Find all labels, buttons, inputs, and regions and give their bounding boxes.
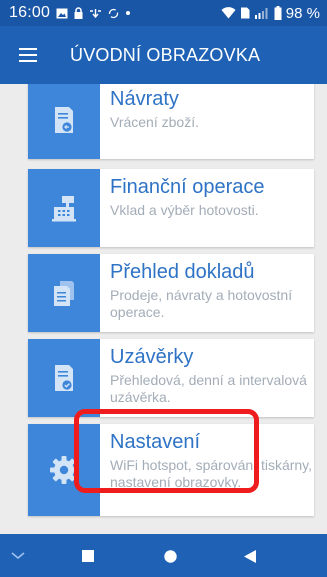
- menu-list: Návraty Vrácení zboží. Finanční operace …: [0, 84, 327, 534]
- status-time: 16:00: [9, 4, 51, 21]
- menu-item-text: Nastavení WiFi hotspot, spárování tiskár…: [100, 424, 314, 516]
- status-bar-left: 16:00: [9, 4, 131, 22]
- menu-item-text: Uzávěrky Přehledová, denní a intervalová…: [100, 339, 314, 417]
- app-bar: ÚVODNÍ OBRAZOVKA: [0, 26, 327, 84]
- menu-item-subtitle: Vrácení zboží.: [110, 114, 199, 130]
- back-icon: [244, 549, 256, 563]
- documents-icon: [28, 254, 100, 332]
- sim-icon: [240, 7, 250, 19]
- status-bar-right: 98 %: [221, 5, 320, 22]
- cash-register-icon: [28, 169, 100, 247]
- wifi-icon: [221, 7, 236, 19]
- menu-item-title: Přehled dokladů: [110, 261, 255, 283]
- down-chevron-icon: [11, 552, 25, 560]
- menu-item-title: Finanční operace: [110, 176, 265, 198]
- status-bar: 16:00 98 %: [0, 0, 327, 26]
- sync-icon: [108, 8, 119, 19]
- menu-item-text: Návraty Vrácení zboží.: [100, 84, 199, 159]
- menu-item-title: Nastavení: [110, 431, 201, 453]
- menu-item-uzaverky[interactable]: Uzávěrky Přehledová, denní a intervalová…: [28, 339, 314, 417]
- menu-item-prehled-dokladu[interactable]: Přehled dokladů Prodeje, návraty a hotov…: [28, 254, 314, 332]
- menu-item-nastaveni[interactable]: Nastavení WiFi hotspot, spárování tiskár…: [28, 424, 314, 516]
- recents-icon: [82, 550, 94, 562]
- menu-item-title: Návraty: [110, 88, 179, 110]
- menu-item-subtitle: WiFi hotspot, spárování tiskárny, nastav…: [110, 457, 313, 490]
- menu-item-text: Finanční operace Vklad a výběr hotovosti…: [100, 169, 265, 247]
- back-button[interactable]: [236, 542, 264, 570]
- menu-item-subtitle: Prodeje, návraty a hotovostní operace.: [110, 287, 293, 320]
- home-button[interactable]: [156, 542, 184, 570]
- signal-icon: [254, 7, 270, 19]
- menu-item-financni-operace[interactable]: Finanční operace Vklad a výběr hotovosti…: [28, 169, 314, 247]
- image-icon: [56, 8, 68, 19]
- cast-icon: [89, 8, 102, 18]
- menu-button[interactable]: [6, 33, 50, 77]
- gear-icon: [28, 424, 100, 516]
- menu-item-navraty[interactable]: Návraty Vrácení zboží.: [28, 84, 314, 159]
- page-title: ÚVODNÍ OBRAZOVKA: [70, 44, 261, 65]
- battery-percent: 98 %: [285, 4, 320, 22]
- navigation-bar: [0, 534, 327, 577]
- menu-item-text: Přehled dokladů Prodeje, návraty a hotov…: [100, 254, 314, 332]
- lock-icon: [74, 7, 83, 19]
- receipt-return-icon: [28, 84, 100, 159]
- battery-icon: [274, 6, 282, 20]
- menu-item-subtitle: Vklad a výběr hotovosti.: [110, 202, 259, 218]
- menu-item-subtitle: Přehledová, denní a intervalová uzávěrka…: [110, 372, 307, 405]
- dot-icon: [125, 10, 131, 16]
- down-chevron-button[interactable]: [4, 542, 32, 570]
- menu-item-title: Uzávěrky: [110, 346, 194, 368]
- receipt-check-icon: [28, 339, 100, 417]
- home-icon: [163, 549, 177, 563]
- recents-button[interactable]: [74, 542, 102, 570]
- menu-icon: [19, 48, 37, 62]
